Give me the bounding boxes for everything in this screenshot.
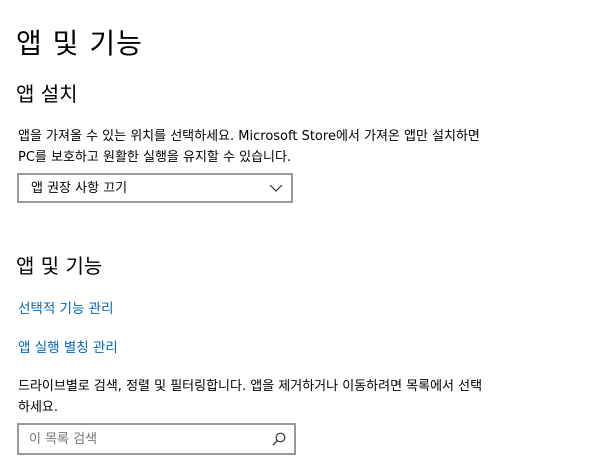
app-source-dropdown[interactable]: 앱 권장 사항 끄기: [17, 173, 293, 203]
manage-optional-features-link[interactable]: 선택적 기능 관리: [18, 299, 114, 319]
search-box[interactable]: [17, 423, 296, 455]
page-title: 앱 및 기능: [16, 27, 143, 60]
app-source-selected-value: 앱 권장 사항 끄기: [31, 181, 128, 196]
search-icon[interactable]: [272, 432, 286, 446]
apps-section-title: 앱 및 기능: [16, 254, 103, 278]
apps-description: 드라이브별로 검색, 정렬 및 필터링합니다. 앱을 제거하거나 이동하려면 목…: [18, 379, 483, 415]
install-section-title: 앱 설치: [16, 82, 78, 106]
install-description: 앱을 가져올 수 있는 위치를 선택하세요. Microsoft Store에서…: [18, 129, 480, 165]
search-input[interactable]: [29, 430, 269, 448]
manage-app-execution-aliases-link[interactable]: 앱 실행 별칭 관리: [18, 338, 118, 358]
chevron-down-icon: [269, 184, 283, 192]
